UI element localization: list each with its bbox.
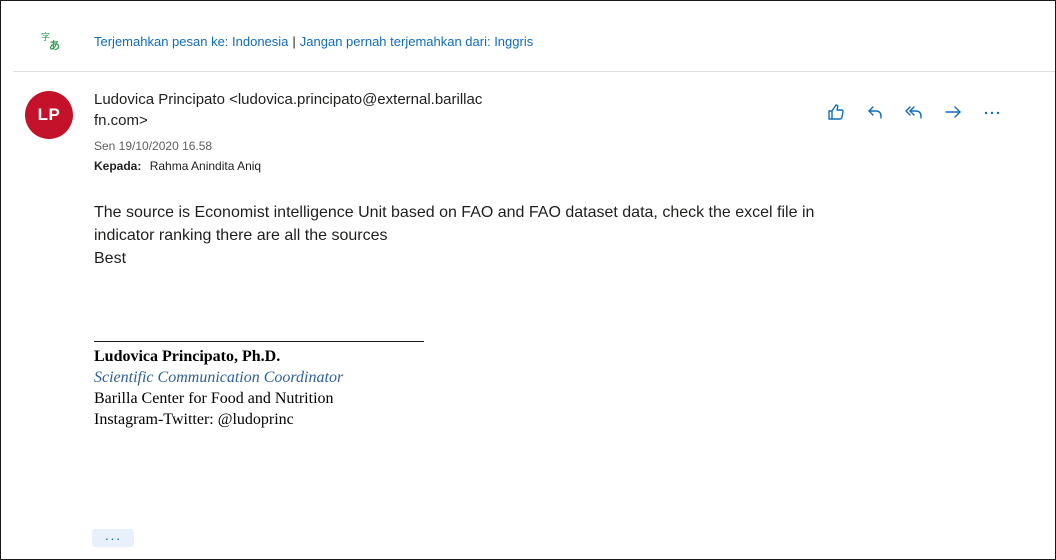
recipient-line: Kepada: Rahma Anindita Aniq — [94, 159, 261, 173]
email-reading-pane: 字 あ Terjemahkan pesan ke: Indonesia | Ja… — [0, 0, 1056, 560]
to-label: Kepada: — [94, 159, 142, 173]
translate-icon: 字 あ — [41, 31, 61, 51]
translation-separator: | — [292, 33, 296, 49]
signature-divider — [94, 341, 424, 342]
never-translate-link[interactable]: Jangan pernah terjemahkan dari: Inggris — [300, 34, 533, 49]
reply-all-icon — [904, 102, 924, 127]
recipient-name[interactable]: Rahma Anindita Aniq — [150, 159, 261, 173]
show-more-button[interactable]: ··· — [92, 529, 134, 547]
message-date: Sen 19/10/2020 16.58 — [94, 139, 213, 153]
forward-button[interactable] — [938, 99, 968, 129]
like-icon — [826, 102, 846, 127]
reply-all-button[interactable] — [899, 99, 929, 129]
signature: Ludovica Principato, Ph.D. Scientific Co… — [94, 346, 343, 430]
more-actions-button[interactable] — [977, 99, 1007, 129]
sender-line-2: fn.com> — [94, 112, 148, 129]
signature-title: Scientific Communication Coordinator — [94, 369, 344, 386]
sender-line-1: Ludovica Principato <ludovica.principato… — [94, 91, 483, 108]
reply-icon — [865, 102, 885, 127]
signature-social: Instagram-Twitter: @ludoprinc — [94, 411, 294, 428]
header-divider — [13, 71, 1055, 72]
body-line: The source is Economist intelligence Uni… — [94, 204, 815, 221]
translate-message-link[interactable]: Terjemahkan pesan ke: Indonesia — [94, 34, 288, 49]
reply-button[interactable] — [860, 99, 890, 129]
message-actions — [821, 99, 1016, 129]
svg-text:あ: あ — [49, 39, 60, 51]
sender-avatar[interactable]: LP — [25, 91, 73, 139]
signature-org: Barilla Center for Food and Nutrition — [94, 390, 334, 407]
body-line: Best — [94, 250, 127, 267]
like-button[interactable] — [821, 99, 851, 129]
signature-name: Ludovica Principato, Ph.D. — [94, 348, 281, 365]
body-line: indicator ranking there are all the sour… — [94, 227, 388, 244]
translation-bar: 字 あ Terjemahkan pesan ke: Indonesia | Ja… — [41, 31, 533, 51]
forward-icon — [943, 102, 963, 127]
sender-address[interactable]: Ludovica Principato <ludovica.principato… — [94, 89, 594, 131]
message-body: The source is Economist intelligence Uni… — [94, 201, 1024, 270]
more-icon — [982, 102, 1002, 127]
